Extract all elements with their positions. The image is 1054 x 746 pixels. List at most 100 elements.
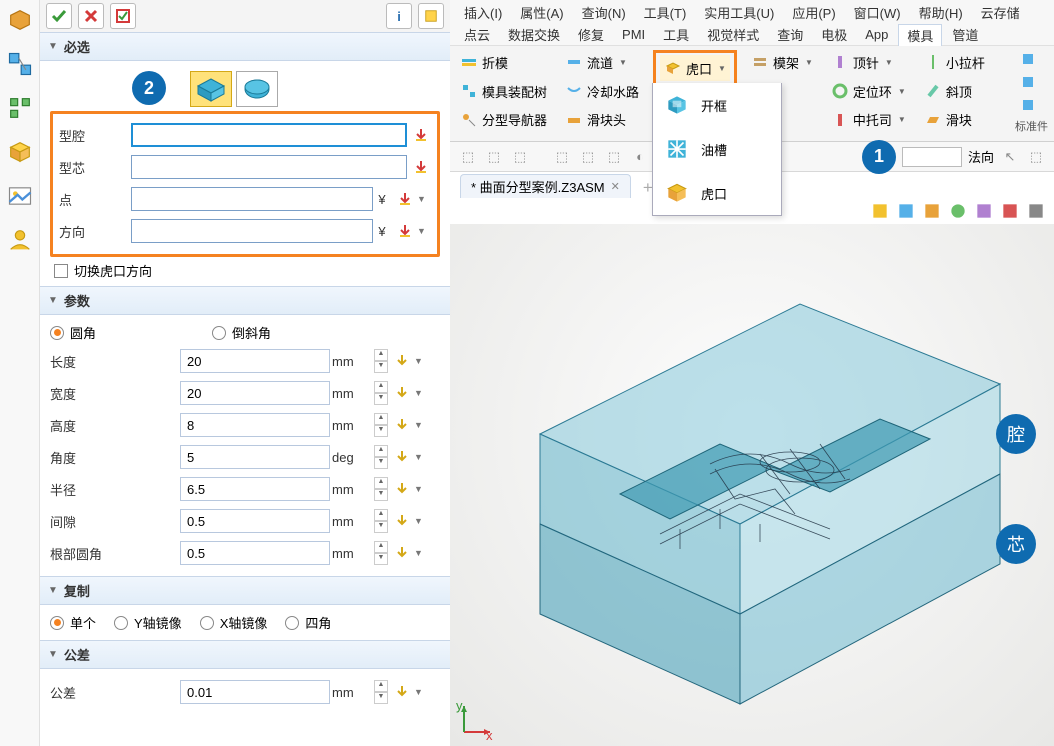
dir-expand-icon[interactable]: ¥	[373, 224, 391, 239]
box-icon[interactable]	[6, 138, 34, 166]
input-cavity[interactable]	[131, 123, 407, 147]
spinner-height[interactable]: ▲▼	[374, 413, 388, 437]
cursor-icon[interactable]: ↖	[1000, 147, 1020, 167]
pick-point-icon[interactable]	[395, 189, 415, 209]
3d-viewport[interactable]: 腔 芯 x y	[450, 224, 1054, 746]
radio-x-mirror[interactable]: X轴镜像	[200, 613, 268, 632]
ribbon-parting-nav[interactable]: 分型导航器	[456, 107, 551, 132]
input-core[interactable]	[131, 155, 407, 179]
interlock-type-b[interactable]	[236, 71, 278, 107]
spinner-angle[interactable]: ▲▼	[374, 445, 388, 469]
ribbon-runner[interactable]: 流道▼	[561, 50, 643, 75]
section-params[interactable]: ▼参数	[40, 286, 450, 315]
ribbon-std-c[interactable]	[1015, 95, 1048, 114]
cancel-button[interactable]	[78, 3, 104, 29]
ribbon-moldbase[interactable]: 模架▼	[747, 50, 817, 75]
pick-height-icon[interactable]	[392, 415, 412, 435]
tab-query2[interactable]: 查询	[769, 24, 811, 45]
tb-icon5[interactable]: ⬚	[578, 147, 598, 167]
spinner-gap[interactable]: ▲▼	[374, 509, 388, 533]
menu-query[interactable]: 查询(N)	[574, 1, 634, 24]
ribbon-split-mold[interactable]: 折模	[456, 50, 551, 75]
ribbon-slider-head[interactable]: 滑块头	[561, 107, 643, 132]
radio-fillet[interactable]: 圆角	[50, 323, 96, 342]
menu-attr[interactable]: 属性(A)	[512, 1, 571, 24]
menu-help[interactable]: 帮助(H)	[911, 1, 971, 24]
doc-tab-active[interactable]: * 曲面分型案例.Z3ASM✕	[460, 174, 631, 198]
tree-icon[interactable]	[6, 94, 34, 122]
info-button[interactable]: i	[386, 3, 412, 29]
input-height[interactable]	[180, 413, 330, 437]
checkbox-swap-direction[interactable]	[54, 264, 68, 278]
ribbon-std-a[interactable]	[1015, 50, 1048, 69]
tab-pipe[interactable]: 管道	[944, 24, 986, 45]
pick-core-icon[interactable]	[411, 157, 431, 177]
pick-length-icon[interactable]	[392, 351, 412, 371]
menu-cloud[interactable]: 云存储	[973, 1, 1028, 24]
radio-four-corner[interactable]: 四角	[285, 613, 331, 632]
input-direction[interactable]	[131, 219, 373, 243]
point-expand-icon[interactable]: ¥	[373, 192, 391, 207]
pick-radius-icon[interactable]	[392, 479, 412, 499]
radio-single[interactable]: 单个	[50, 613, 96, 632]
dropdown-interlock[interactable]: 虎口	[653, 171, 781, 215]
ribbon-interlock[interactable]: 虎口▼	[660, 55, 730, 81]
input-angle[interactable]	[180, 445, 330, 469]
radio-chamfer[interactable]: 倒斜角	[212, 323, 271, 342]
tb-icon[interactable]: ⬚	[458, 147, 478, 167]
close-icon[interactable]: ✕	[611, 180, 620, 193]
input-gap[interactable]	[180, 509, 330, 533]
input-length[interactable]	[180, 349, 330, 373]
quick-icon[interactable]	[1026, 201, 1046, 221]
dropdown-oil-groove[interactable]: 油槽	[653, 127, 781, 171]
tb-icon6[interactable]: ⬚	[604, 147, 624, 167]
tab-pointcloud[interactable]: 点云	[456, 24, 498, 45]
picture-icon[interactable]	[6, 182, 34, 210]
dir-menu-caret-icon[interactable]: ▼	[417, 226, 431, 236]
normal-selector[interactable]	[902, 147, 962, 167]
spinner-root[interactable]: ▲▼	[374, 541, 388, 565]
tab-exchange[interactable]: 数据交换	[500, 24, 568, 45]
input-radius[interactable]	[180, 477, 330, 501]
pick-cavity-icon[interactable]	[411, 125, 431, 145]
pick-width-icon[interactable]	[392, 383, 412, 403]
ribbon-cooling[interactable]: 冷却水路	[561, 79, 643, 104]
quick-icon[interactable]	[922, 201, 942, 221]
ribbon-std-b[interactable]	[1015, 73, 1048, 92]
interlock-type-a[interactable]	[190, 71, 232, 107]
ribbon-tiebar[interactable]: 小拉杆	[920, 50, 989, 75]
menu-app[interactable]: 应用(P)	[784, 1, 843, 24]
app-icon[interactable]	[6, 6, 34, 34]
input-tolerance[interactable]	[180, 680, 330, 704]
spinner-radius[interactable]: ▲▼	[374, 477, 388, 501]
tb-icon7[interactable]: ◐	[630, 147, 650, 167]
tb-icon3[interactable]: ⬚	[510, 147, 530, 167]
input-root-fillet[interactable]	[180, 541, 330, 565]
section-required[interactable]: ▼必选	[40, 32, 450, 61]
pick-direction-icon[interactable]	[395, 221, 415, 241]
tab-electrode[interactable]: 电极	[813, 24, 855, 45]
quick-icon[interactable]	[870, 201, 890, 221]
section-tolerance[interactable]: ▼公差	[40, 640, 450, 669]
pick-tol-icon[interactable]	[392, 682, 412, 702]
spinner-length[interactable]: ▲▼	[374, 349, 388, 373]
input-point[interactable]	[131, 187, 373, 211]
menu-util[interactable]: 实用工具(U)	[696, 1, 782, 24]
tb-icon2[interactable]: ⬚	[484, 147, 504, 167]
dropdown-open-frame[interactable]: 开框	[653, 83, 781, 127]
ribbon-guide[interactable]: 中托司▼	[827, 107, 910, 132]
extra-button[interactable]	[418, 3, 444, 29]
menu-window[interactable]: 窗口(W)	[846, 1, 909, 24]
apply-button[interactable]	[110, 3, 136, 29]
tb-icon4[interactable]: ⬚	[552, 147, 572, 167]
spinner-tol[interactable]: ▲▼	[374, 680, 388, 704]
ribbon-slider[interactable]: 滑块	[920, 107, 989, 132]
ribbon-assembly-tree[interactable]: 模具装配树	[456, 79, 551, 104]
ribbon-locate-ring[interactable]: 定位环▼	[827, 79, 910, 104]
tab-tools2[interactable]: 工具	[655, 24, 697, 45]
assembly-icon[interactable]	[6, 50, 34, 78]
menu-tools[interactable]: 工具(T)	[636, 1, 695, 24]
user-icon[interactable]	[6, 226, 34, 254]
section-copy[interactable]: ▼复制	[40, 576, 450, 605]
pick-angle-icon[interactable]	[392, 447, 412, 467]
